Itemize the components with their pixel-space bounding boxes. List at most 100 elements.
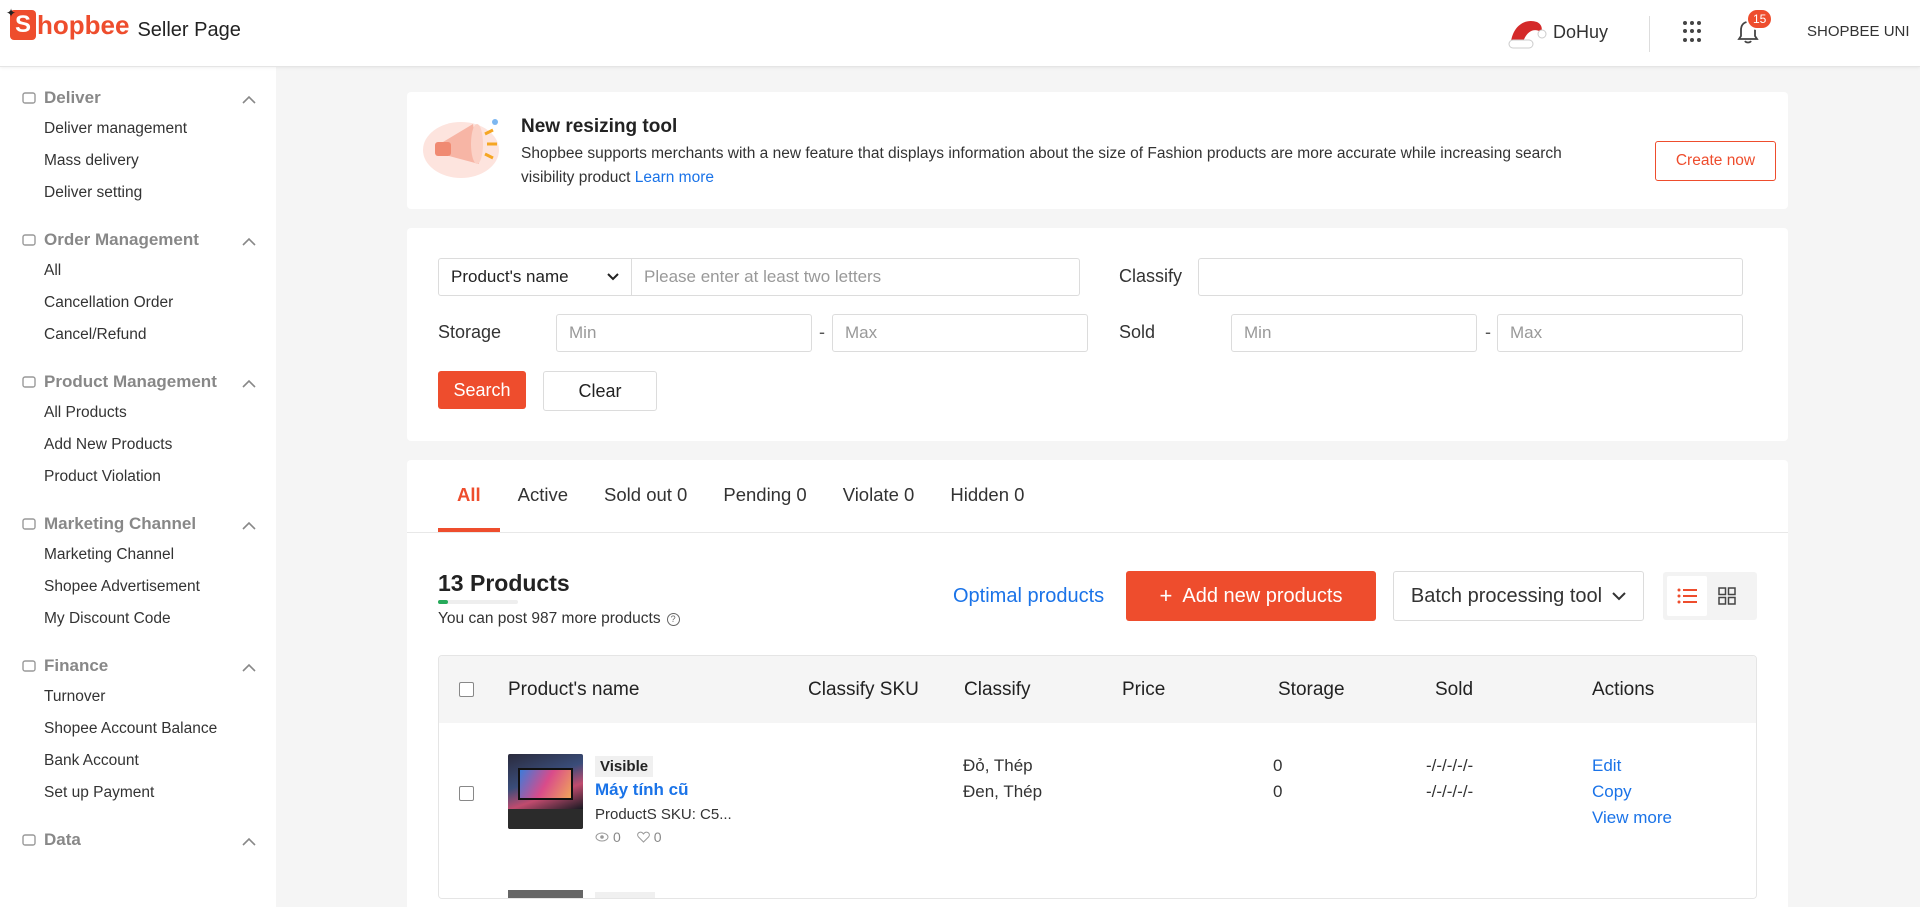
visibility-badge bbox=[595, 892, 655, 898]
sidebar-item[interactable]: Shopee Advertisement bbox=[20, 571, 256, 603]
sidebar-section-label: Data bbox=[44, 830, 81, 849]
bee-icon: ✦ bbox=[6, 6, 17, 20]
create-now-button[interactable]: Create now bbox=[1655, 141, 1776, 181]
sidebar-item[interactable]: Set up Payment bbox=[20, 777, 256, 809]
copy-link[interactable]: Copy bbox=[1592, 779, 1632, 805]
sidebar-section-header[interactable]: Marketing Channel bbox=[20, 509, 256, 539]
sold-min-input[interactable] bbox=[1231, 314, 1477, 352]
tab-hidden[interactable]: Hidden 0 bbox=[932, 460, 1042, 532]
sidebar-item[interactable]: Bank Account bbox=[20, 745, 256, 777]
product-name-link[interactable]: Máy tính cũ bbox=[595, 780, 689, 800]
user-menu[interactable]: DoHuy bbox=[1505, 14, 1608, 50]
chevron-up-icon[interactable] bbox=[242, 659, 256, 673]
sold-value: -/-/-/-/- bbox=[1426, 756, 1474, 775]
money-icon bbox=[20, 657, 38, 675]
table-row: Visible Máy tính cũ ProductS SKU: C5... … bbox=[439, 723, 1756, 878]
classify-value: Đen, Thép bbox=[963, 782, 1043, 801]
sidebar-section-header[interactable]: Deliver bbox=[20, 83, 256, 113]
megaphone-icon bbox=[423, 119, 499, 178]
logo-subtitle: Seller Page bbox=[137, 19, 241, 41]
product-sku: ProductS SKU: C5... bbox=[595, 806, 732, 823]
view-count: 0 bbox=[613, 829, 621, 845]
tab-violate[interactable]: Violate 0 bbox=[825, 460, 933, 532]
sidebar-section-header[interactable]: Product Management bbox=[20, 367, 256, 397]
sidebar-item[interactable]: Product Violation bbox=[20, 461, 256, 493]
sidebar-item[interactable]: All bbox=[20, 255, 256, 287]
sidebar-section-header[interactable]: Order Management bbox=[20, 225, 256, 255]
column-header-classify: Classify bbox=[964, 679, 1031, 700]
sidebar-item[interactable]: Mass delivery bbox=[20, 145, 256, 177]
storage-range-dash: - bbox=[819, 322, 825, 342]
edit-link[interactable]: Edit bbox=[1592, 753, 1621, 779]
search-field-select-value: Product's name bbox=[451, 267, 569, 286]
sidebar-item[interactable]: All Products bbox=[20, 397, 256, 429]
tabs-divider bbox=[407, 532, 1788, 533]
sidebar-section: Finance Turnover Shopee Account Balance Ban… bbox=[0, 651, 276, 809]
logo-text: hopbee bbox=[37, 10, 130, 40]
header-divider bbox=[1649, 16, 1650, 52]
storage-max-input[interactable] bbox=[832, 314, 1088, 352]
storage-value: 0 bbox=[1273, 782, 1283, 801]
batch-processing-tool-button[interactable]: Batch processing tool bbox=[1393, 571, 1644, 621]
product-thumbnail[interactable] bbox=[508, 754, 583, 829]
eye-icon bbox=[595, 832, 609, 842]
product-thumbnail[interactable] bbox=[508, 890, 583, 898]
classify-value: Đỏ, Thép bbox=[963, 756, 1033, 775]
status-tabs: All Active Sold out 0 Pending 0 Violate 0 Hid… bbox=[438, 460, 1042, 532]
sold-max-input[interactable] bbox=[1497, 314, 1743, 352]
search-field-select[interactable]: Product's name bbox=[438, 258, 632, 296]
view-more-link[interactable]: View more bbox=[1592, 805, 1672, 831]
select-all-checkbox[interactable] bbox=[459, 682, 474, 697]
apps-grid-icon[interactable] bbox=[1683, 21, 1705, 43]
optimal-products-link[interactable]: Optimal products bbox=[953, 585, 1104, 608]
classify-input[interactable] bbox=[1198, 258, 1743, 296]
shop-name[interactable]: SHOPBEE UNI bbox=[1807, 23, 1910, 40]
help-icon[interactable]: ? bbox=[666, 612, 680, 626]
sidebar-section-label: Marketing Channel bbox=[44, 514, 197, 533]
sidebar-item[interactable]: Deliver setting bbox=[20, 177, 256, 209]
tab-all[interactable]: All bbox=[438, 460, 500, 532]
tab-sold[interactable]: Sold out 0 bbox=[586, 460, 705, 532]
grid-view-icon[interactable] bbox=[1707, 576, 1747, 616]
chevron-up-icon[interactable] bbox=[242, 91, 256, 105]
product-count: 13 Products bbox=[438, 570, 570, 596]
post-quota-text: You can post 987 more products ? bbox=[438, 610, 680, 628]
learn-more-link[interactable]: Learn more bbox=[635, 169, 714, 186]
sidebar-item[interactable]: Deliver management bbox=[20, 113, 256, 145]
post-quota-progress bbox=[438, 600, 518, 604]
chevron-up-icon[interactable] bbox=[242, 375, 256, 389]
sidebar-item[interactable]: Shopee Account Balance bbox=[20, 713, 256, 745]
sidebar-section: Deliver Deliver management Mass delivery De… bbox=[0, 83, 276, 209]
sidebar-item[interactable]: Turnover bbox=[20, 681, 256, 713]
product-name-search-input[interactable] bbox=[632, 258, 1080, 296]
clear-button[interactable]: Clear bbox=[543, 371, 657, 411]
sidebar-section-label: Finance bbox=[44, 656, 109, 675]
sidebar-section-header[interactable]: Finance bbox=[20, 651, 256, 681]
sidebar-section-label: Order Management bbox=[44, 230, 199, 249]
tab-active[interactable]: Active bbox=[500, 460, 586, 532]
sidebar-item[interactable]: Add New Products bbox=[20, 429, 256, 461]
chevron-up-icon[interactable] bbox=[242, 233, 256, 247]
product-stats: 0 0 bbox=[595, 829, 662, 845]
chevron-up-icon[interactable] bbox=[242, 517, 256, 531]
sidebar-section-header[interactable]: Data bbox=[20, 825, 256, 855]
add-new-products-button[interactable]: + Add new products bbox=[1126, 571, 1376, 621]
search-button[interactable]: Search bbox=[438, 371, 526, 409]
sidebar-item[interactable]: Cancellation Order bbox=[20, 287, 256, 319]
sold-value: -/-/-/-/- bbox=[1426, 782, 1474, 801]
shopbee-logo[interactable]: ✦ S hopbee Seller Page bbox=[6, 6, 241, 41]
sidebar-item[interactable]: Cancel/Refund bbox=[20, 319, 256, 351]
plus-icon: + bbox=[1159, 583, 1173, 608]
post-quota-progress-fill bbox=[438, 600, 449, 604]
add-new-products-label: Add new products bbox=[1182, 584, 1343, 607]
row-checkbox[interactable] bbox=[459, 786, 474, 801]
tab-pending[interactable]: Pending 0 bbox=[705, 460, 824, 532]
storage-min-input[interactable] bbox=[556, 314, 812, 352]
banner-title: New resizing tool bbox=[521, 116, 678, 137]
sidebar-item[interactable]: Marketing Channel bbox=[20, 539, 256, 571]
sold-label: Sold bbox=[1119, 322, 1156, 342]
username: DoHuy bbox=[1553, 21, 1609, 42]
sidebar-item[interactable]: My Discount Code bbox=[20, 603, 256, 635]
chevron-up-icon[interactable] bbox=[242, 833, 256, 847]
list-view-icon[interactable] bbox=[1667, 576, 1707, 616]
